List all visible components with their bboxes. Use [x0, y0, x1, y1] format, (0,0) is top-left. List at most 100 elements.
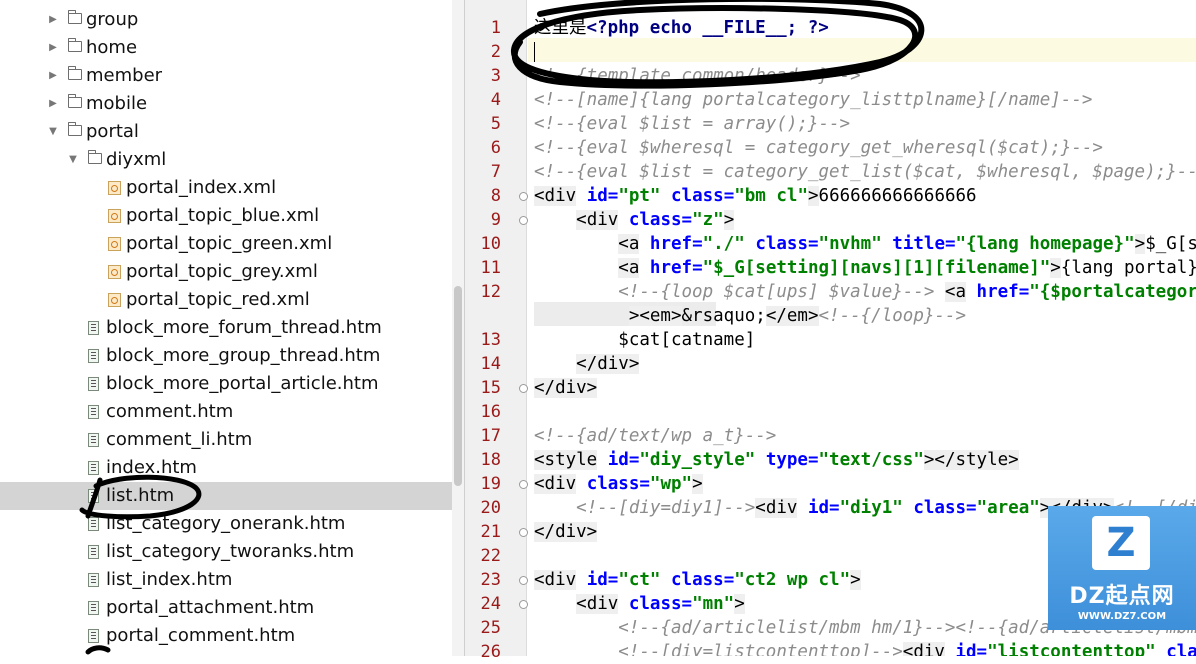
- html-file-icon: [88, 573, 99, 587]
- fold-marker-icon[interactable]: [519, 216, 528, 225]
- code-line[interactable]: <!--{eval $wheresql = category_get_where…: [534, 136, 1103, 160]
- watermark-url: WWW.DZ7.COM: [1077, 611, 1167, 622]
- xml-file-icon: [108, 293, 121, 307]
- chevron-right-icon[interactable]: ▶: [46, 6, 60, 34]
- fold-marker-icon[interactable]: [519, 576, 528, 585]
- folder-icon: [67, 66, 82, 80]
- tree-item-block-more-group-thread-htm[interactable]: block_more_group_thread.htm: [0, 342, 452, 370]
- tree-item-home[interactable]: ▶ home: [0, 34, 452, 62]
- code-line[interactable]: <div class="mn">: [534, 592, 745, 616]
- code-line[interactable]: <!--{loop $cat[ups] $value}--> <a href="…: [534, 280, 1196, 304]
- tree-item-mobile[interactable]: ▶ mobile: [0, 90, 452, 118]
- tree-item-label: mobile: [86, 93, 148, 114]
- tree-scrollbar-thumb[interactable]: [454, 286, 462, 486]
- tree-item-label: list_category_tworanks.htm: [106, 541, 355, 562]
- fold-marker-icon[interactable]: [519, 528, 528, 537]
- line-number: 23: [480, 570, 501, 590]
- code-line[interactable]: <a href="./" class="nvhm" title="{lang h…: [534, 232, 1196, 256]
- tree-item-label: group: [86, 9, 139, 30]
- tree-item-list-category-tworanks-htm[interactable]: list_category_tworanks.htm: [0, 538, 452, 566]
- folder-icon: [67, 94, 82, 108]
- tree-item-label: comment.htm: [106, 401, 234, 422]
- tree-item-label: list_index.htm: [106, 569, 233, 590]
- line-number-gutter: 1 2 3 4 5 6 7 8 9 10 11 12 13 14 15 16 17 18 19 20 21 22 23 24 2…: [465, 0, 527, 662]
- html-file-icon: [88, 517, 99, 531]
- chevron-right-icon[interactable]: ▶: [46, 90, 60, 118]
- code-line[interactable]: <a href="$_G[setting][navs][1][filename]…: [534, 256, 1196, 280]
- line-number: 5: [490, 114, 501, 134]
- current-line-highlight: [528, 38, 1196, 62]
- code-line[interactable]: <div id="ct" class="ct2 wp cl">: [534, 568, 861, 592]
- line-number: 11: [480, 258, 501, 278]
- code-line[interactable]: </div>: [534, 520, 598, 544]
- xml-file-icon: [108, 209, 121, 223]
- tree-item-block-more-portal-article-htm[interactable]: block_more_portal_article.htm: [0, 370, 452, 398]
- tree-item-comment-htm[interactable]: comment.htm: [0, 398, 452, 426]
- tree-item-label: diyxml: [106, 149, 167, 170]
- fold-marker-icon[interactable]: [519, 480, 528, 489]
- tree-item-portal-topic-red-xml[interactable]: portal_topic_red.xml: [0, 286, 452, 314]
- tree-item-label: portal: [86, 121, 139, 142]
- tree-item-label: comment_li.htm: [106, 429, 253, 450]
- line-number: 7: [490, 162, 501, 182]
- tree-item-label: portal_topic_green.xml: [126, 233, 333, 254]
- line-number: 10: [480, 234, 501, 254]
- code-line[interactable]: <div id="pt" class="bm cl">6666666666666…: [534, 184, 977, 208]
- tree-item-label: portal_index.xml: [126, 177, 277, 198]
- tree-item-portal-attachment-htm[interactable]: portal_attachment.htm: [0, 594, 452, 622]
- tree-item-member[interactable]: ▶ member: [0, 62, 452, 90]
- tree-item-comment-li-htm[interactable]: comment_li.htm: [0, 426, 452, 454]
- tree-item-diyxml[interactable]: ▼ diyxml: [0, 146, 452, 174]
- tree-item-portal-comment-htm[interactable]: portal_comment.htm: [0, 622, 452, 650]
- chevron-down-icon[interactable]: ▼: [66, 146, 80, 174]
- tree-item-label: portal_comment.htm: [106, 625, 296, 646]
- tree-item-list-category-onerank-htm[interactable]: list_category_onerank.htm: [0, 510, 452, 538]
- fold-marker-icon[interactable]: [519, 384, 528, 393]
- fold-marker-icon[interactable]: [519, 600, 528, 609]
- line-number: 21: [480, 522, 501, 542]
- tree-item-portal-topic-grey-xml[interactable]: portal_topic_grey.xml: [0, 258, 452, 286]
- tree-item-list-index-htm[interactable]: list_index.htm: [0, 566, 452, 594]
- tree-item-label: portal_topic_red.xml: [126, 289, 310, 310]
- tree-item-portal[interactable]: ▼ portal: [0, 118, 452, 146]
- html-file-icon: [88, 489, 99, 503]
- html-file-icon: [88, 629, 99, 643]
- fold-marker-icon[interactable]: [519, 192, 528, 201]
- code-line[interactable]: 这里是<?php echo __FILE__; ?>: [534, 16, 829, 40]
- code-line[interactable]: <!--{template common/header}-->: [534, 64, 861, 88]
- code-line[interactable]: <!--[diy=listcontenttop]--><div id="list…: [534, 640, 1196, 656]
- code-line[interactable]: ><em>&rsaquo;</em><!--{/loop}-->: [534, 304, 966, 328]
- code-line[interactable]: <!--{eval $list = category_get_list($cat…: [534, 160, 1196, 184]
- chevron-down-icon[interactable]: ▼: [46, 118, 60, 146]
- tree-item-portal-topic-blue-xml[interactable]: portal_topic_blue.xml: [0, 202, 452, 230]
- tree-item-label: index.htm: [106, 457, 197, 478]
- tree-item-list-htm[interactable]: list.htm: [0, 482, 452, 510]
- code-line[interactable]: <div class="wp">: [534, 472, 703, 496]
- chevron-right-icon[interactable]: ▶: [46, 62, 60, 90]
- code-line[interactable]: <div class="z">: [534, 208, 735, 232]
- tree-item-block-more-forum-thread-htm[interactable]: block_more_forum_thread.htm: [0, 314, 452, 342]
- tree-item-portal-topic-green-xml[interactable]: portal_topic_green.xml: [0, 230, 452, 258]
- code-line[interactable]: <!--[name]{lang portalcategory_listtplna…: [534, 88, 1092, 112]
- code-line[interactable]: [534, 40, 535, 64]
- code-line[interactable]: <style id="diy_style" type="text/css"></…: [534, 448, 1019, 472]
- line-number: 22: [480, 546, 501, 566]
- code-line[interactable]: $cat[catname]: [534, 328, 755, 352]
- line-number: 26: [480, 642, 501, 662]
- chevron-right-icon[interactable]: ▶: [46, 34, 60, 62]
- code-line[interactable]: <!--{eval $list = array();}-->: [534, 112, 850, 136]
- line-number: 2: [490, 42, 501, 62]
- xml-file-icon: [108, 237, 121, 251]
- tree-item-portal-index-xml[interactable]: portal_index.xml: [0, 174, 452, 202]
- html-file-icon: [88, 405, 99, 419]
- tree-item-group[interactable]: ▶ group: [0, 6, 452, 34]
- line-number: 3: [490, 66, 501, 86]
- line-number: 19: [480, 474, 501, 494]
- code-line[interactable]: </div>: [534, 376, 598, 400]
- xml-file-icon: [108, 265, 121, 279]
- code-line[interactable]: <!--{ad/text/wp a_t}-->: [534, 424, 776, 448]
- tree-item-index-htm[interactable]: index.htm: [0, 454, 452, 482]
- text-caret: [534, 42, 535, 62]
- tree-item-label: list.htm: [106, 485, 175, 506]
- code-line[interactable]: </div>: [534, 352, 640, 376]
